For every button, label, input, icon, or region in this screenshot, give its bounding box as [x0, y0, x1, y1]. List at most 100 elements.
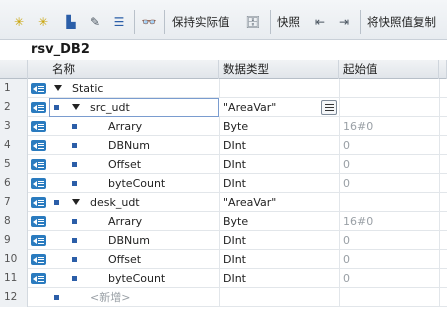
table-row[interactable]: 6 byteCount DInt 0	[0, 174, 447, 193]
row-type[interactable]: DInt	[223, 250, 246, 269]
row-number: 1	[0, 79, 28, 98]
row-name[interactable]: Offset	[108, 250, 141, 269]
row-name[interactable]: DBNum	[108, 231, 150, 250]
header-rownum	[0, 60, 28, 79]
copy-to-start-icon[interactable]: ⇤	[311, 12, 329, 32]
collapse-icon[interactable]	[72, 104, 80, 110]
udt-icon	[31, 102, 46, 113]
bullet-icon	[72, 257, 77, 262]
row-type[interactable]: "AreaVar"	[223, 193, 276, 212]
row-number: 10	[0, 250, 28, 269]
edit-icon[interactable]: ✎	[86, 12, 104, 32]
header-name[interactable]: 名称	[48, 60, 219, 79]
copy-to-actual-icon[interactable]: ⇥	[335, 12, 353, 32]
row-number: 2	[0, 98, 28, 117]
table-row[interactable]: 12 <新增>	[0, 288, 447, 307]
element-icon	[31, 235, 46, 246]
snapshot-button[interactable]: 快照	[277, 13, 300, 31]
table-row[interactable]: 7 desk_udt "AreaVar"	[0, 193, 447, 212]
bullet-icon	[54, 200, 59, 205]
row-start[interactable]: 0	[343, 269, 350, 288]
table-row[interactable]: 4 DBNum DInt 0	[0, 136, 447, 155]
table-row[interactable]: 8 Arrary Byte 16#0	[0, 212, 447, 231]
table-header: 名称 数据类型 起始值	[0, 60, 447, 79]
bullet-icon	[72, 181, 77, 186]
row-name[interactable]: Static	[72, 79, 103, 98]
title-bar: rsv_DB2	[0, 40, 447, 60]
row-name[interactable]: src_udt	[90, 98, 130, 117]
static-icon	[31, 83, 46, 94]
row-name[interactable]: Arrary	[108, 117, 142, 136]
table-row[interactable]: 2 src_udt "AreaVar"	[0, 98, 447, 117]
header-extra	[439, 60, 447, 79]
element-icon	[31, 273, 46, 284]
bullet-icon	[72, 276, 77, 281]
add-new-row[interactable]: <新增>	[90, 288, 130, 307]
row-name[interactable]: Arrary	[108, 212, 142, 231]
element-icon	[31, 121, 46, 132]
block-title: rsv_DB2	[31, 42, 90, 57]
row-start[interactable]: 0	[343, 155, 350, 174]
row-name[interactable]: DBNum	[108, 136, 150, 155]
row-name[interactable]: desk_udt	[90, 193, 140, 212]
bullet-icon	[72, 219, 77, 224]
row-start[interactable]: 0	[343, 231, 350, 250]
expand-icon[interactable]: ▙	[62, 12, 80, 32]
collapse-icon[interactable]	[72, 199, 80, 205]
row-number: 3	[0, 117, 28, 136]
toolbar: ✳ ✳ ▙ ✎ ☰ 👓 保持实际值 🗄 快照 ⇤ ⇥ 将快照值复制	[0, 0, 447, 40]
row-type[interactable]: Byte	[223, 212, 248, 231]
element-icon	[31, 159, 46, 170]
monitor-icon[interactable]: 👓	[140, 12, 158, 32]
udt-icon	[31, 197, 46, 208]
table-row[interactable]: 1 Static	[0, 79, 447, 98]
bullet-icon	[72, 143, 77, 148]
row-number: 4	[0, 136, 28, 155]
row-start[interactable]: 0	[343, 174, 350, 193]
row-number: 5	[0, 155, 28, 174]
element-icon	[31, 140, 46, 151]
list-view-icon[interactable]: ☰	[110, 12, 128, 32]
keep-actual-values-button[interactable]: 保持实际值	[172, 13, 230, 31]
row-number: 7	[0, 193, 28, 212]
row-number: 12	[0, 288, 28, 307]
bullet-icon	[72, 162, 77, 167]
row-name[interactable]: byteCount	[108, 269, 165, 288]
table-row[interactable]: 5 Offset DInt 0	[0, 155, 447, 174]
row-type[interactable]: DInt	[223, 269, 246, 288]
row-start[interactable]: 16#0	[343, 212, 373, 231]
row-name[interactable]: Offset	[108, 155, 141, 174]
data-table: 名称 数据类型 起始值 1 Static 2 src_udt "AreaVar"…	[0, 60, 447, 326]
bullet-icon	[54, 105, 59, 110]
header-start[interactable]: 起始值	[339, 60, 439, 79]
bullet-icon	[54, 295, 59, 300]
row-type[interactable]: DInt	[223, 155, 246, 174]
database-icon[interactable]: 🗄	[244, 12, 262, 32]
row-type[interactable]: "AreaVar"	[223, 98, 276, 117]
table-row[interactable]: 3 Arrary Byte 16#0	[0, 117, 447, 136]
type-list-icon[interactable]	[321, 100, 337, 115]
bullet-icon	[72, 238, 77, 243]
copy-snapshot-button[interactable]: 将快照值复制	[367, 13, 436, 31]
row-type[interactable]: Byte	[223, 117, 248, 136]
table-row[interactable]: 10 Offset DInt 0	[0, 250, 447, 269]
element-icon	[31, 178, 46, 189]
add-row-icon[interactable]: ✳	[34, 12, 52, 32]
row-name[interactable]: byteCount	[108, 174, 165, 193]
insert-row-icon[interactable]: ✳	[10, 12, 28, 32]
row-type[interactable]: DInt	[223, 231, 246, 250]
collapse-icon[interactable]	[54, 85, 62, 91]
row-number: 8	[0, 212, 28, 231]
row-start[interactable]: 0	[343, 250, 350, 269]
table-row[interactable]: 11 byteCount DInt 0	[0, 269, 447, 288]
row-number: 6	[0, 174, 28, 193]
bullet-icon	[72, 124, 77, 129]
header-type[interactable]: 数据类型	[219, 60, 339, 79]
row-type[interactable]: DInt	[223, 136, 246, 155]
row-start[interactable]: 16#0	[343, 117, 373, 136]
row-start[interactable]: 0	[343, 136, 350, 155]
table-row[interactable]: 9 DBNum DInt 0	[0, 231, 447, 250]
element-icon	[31, 254, 46, 265]
row-type[interactable]: DInt	[223, 174, 246, 193]
row-number: 11	[0, 269, 28, 288]
